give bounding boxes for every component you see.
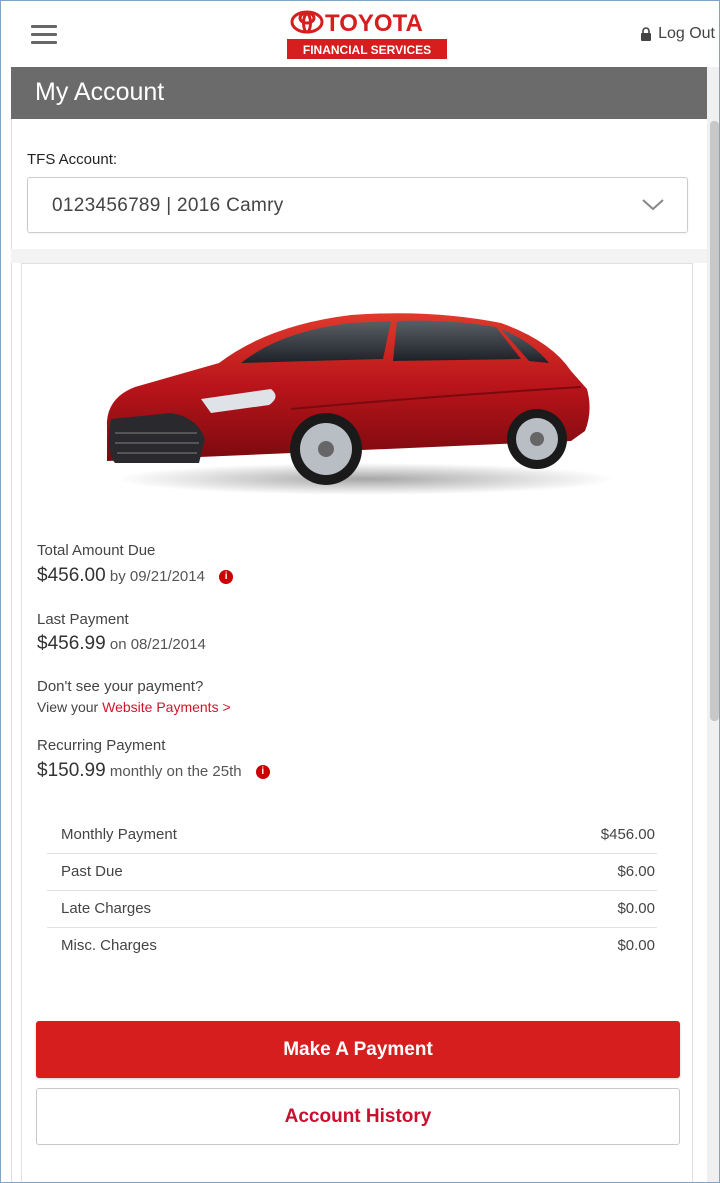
make-payment-button[interactable]: Make A Payment	[36, 1021, 680, 1078]
logout-label: Log Out	[658, 25, 715, 42]
breakdown-label: Misc. Charges	[61, 937, 157, 954]
recurring-payment-row: $150.99 monthly on the 25th i	[37, 760, 270, 782]
missing-payment-question: Don't see your payment?	[37, 678, 204, 695]
chevron-down-icon	[641, 198, 665, 212]
breakdown-label: Past Due	[61, 863, 123, 880]
logo-wordmark: TOYOTA	[325, 10, 423, 37]
breakdown-row: Past Due $6.00	[47, 854, 657, 891]
breakdown-amount: $0.00	[617, 937, 655, 954]
page-header: My Account	[11, 67, 707, 119]
breakdown-row: Misc. Charges $0.00	[47, 928, 657, 965]
toyota-financial-logo: TOYOTA FINANCIAL SERVICES	[285, 7, 449, 63]
breakdown-amount: $0.00	[617, 900, 655, 917]
info-icon[interactable]: i	[219, 570, 234, 584]
scrollbar-thumb[interactable]	[710, 121, 719, 721]
total-due-label: Total Amount Due	[37, 542, 156, 559]
info-icon[interactable]: i	[255, 765, 270, 779]
hamburger-icon[interactable]	[31, 25, 57, 45]
total-due-date: by 09/21/2014	[109, 568, 205, 585]
breakdown-amount: $6.00	[617, 863, 655, 880]
top-bar: TOYOTA FINANCIAL SERVICES Log Out	[1, 1, 719, 67]
vehicle-image	[101, 301, 616, 501]
account-select-label: TFS Account:	[27, 151, 118, 168]
last-payment-date: on 08/21/2014	[109, 636, 206, 653]
recurring-payment-schedule: monthly on the 25th	[109, 763, 242, 780]
logo-subtext: FINANCIAL SERVICES	[303, 43, 431, 57]
account-select[interactable]: 0123456789 | 2016 Camry	[27, 177, 688, 233]
recurring-payment-amount: $150.99	[37, 760, 106, 781]
view-your-text: View your	[37, 699, 99, 715]
app-frame: TOYOTA FINANCIAL SERVICES Log Out My Acc…	[0, 0, 720, 1183]
website-payments-row: View your Website Payments >	[37, 699, 231, 715]
total-due-row: $456.00 by 09/21/2014 i	[37, 565, 234, 587]
website-payments-link[interactable]: Website Payments >	[102, 699, 231, 715]
breakdown-row: Monthly Payment $456.00	[47, 817, 657, 854]
breakdown-label: Monthly Payment	[61, 826, 177, 843]
page-title: My Account	[35, 78, 165, 106]
breakdown-row: Late Charges $0.00	[47, 891, 657, 928]
total-due-amount: $456.00	[37, 565, 106, 586]
account-history-button[interactable]: Account History	[36, 1088, 680, 1145]
recurring-payment-label: Recurring Payment	[37, 737, 166, 754]
last-payment-label: Last Payment	[37, 611, 129, 628]
logout-button[interactable]: Log Out	[640, 25, 715, 43]
section-divider	[11, 249, 707, 263]
lock-icon	[640, 27, 652, 41]
last-payment-amount: $456.99	[37, 633, 106, 654]
account-select-value: 0123456789 | 2016 Camry	[52, 195, 284, 216]
last-payment-row: $456.99 on 08/21/2014	[37, 633, 206, 655]
breakdown-amount: $456.00	[600, 826, 655, 843]
breakdown-label: Late Charges	[61, 900, 152, 917]
payment-breakdown: Monthly Payment $456.00 Past Due $6.00 L…	[47, 817, 657, 965]
